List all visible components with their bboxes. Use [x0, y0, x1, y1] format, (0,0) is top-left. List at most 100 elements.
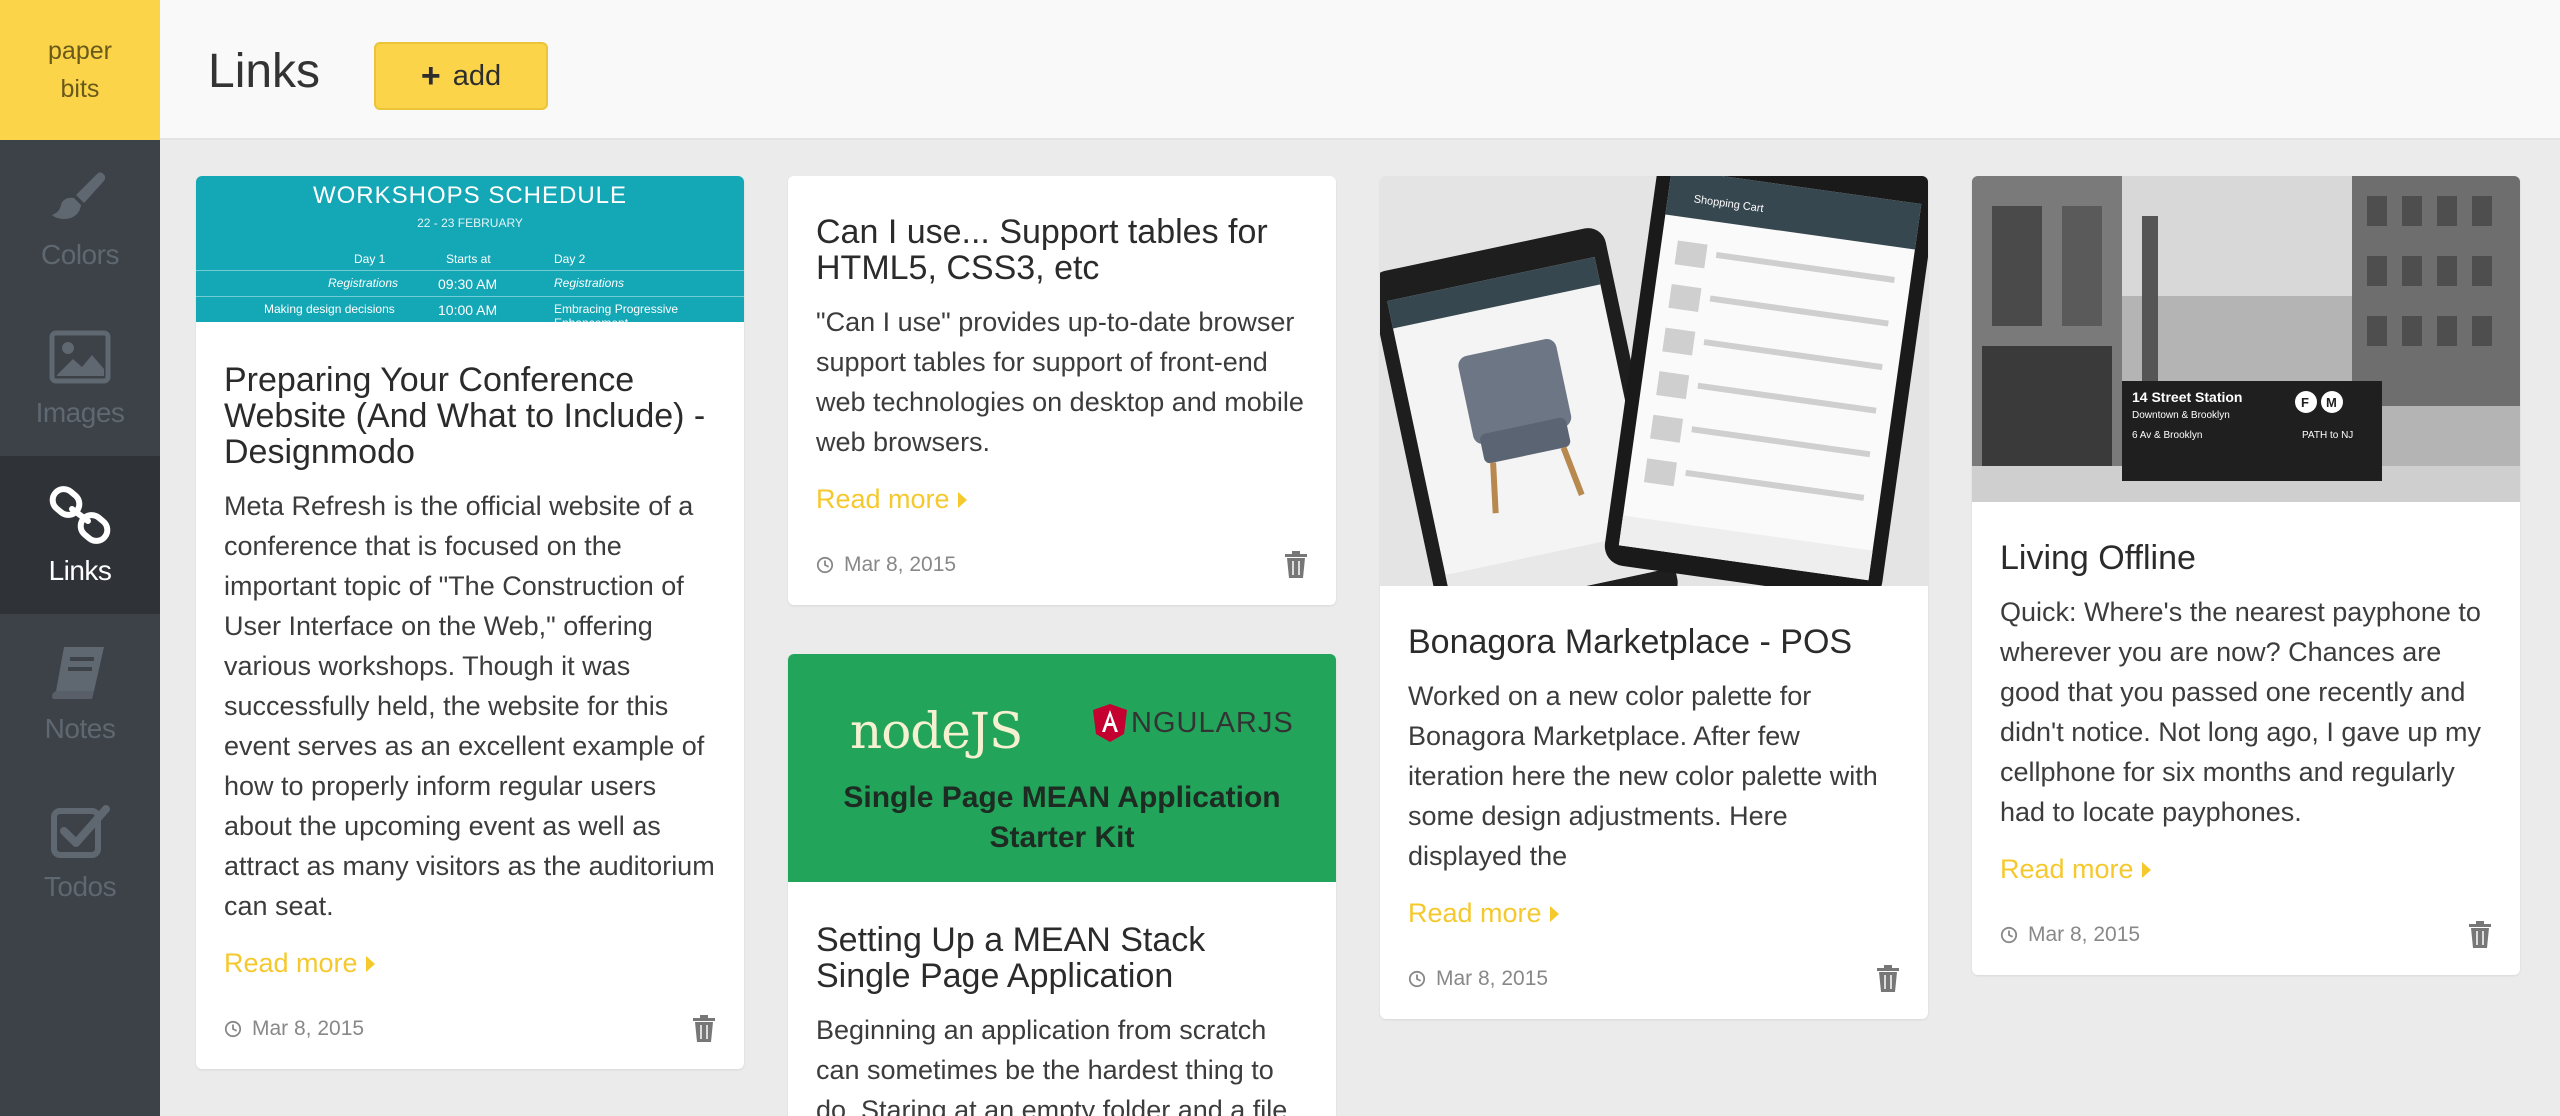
read-more-link[interactable]: Read more — [224, 948, 375, 979]
trash-icon — [2469, 921, 2491, 948]
card-meta: Mar 8, 2015 — [224, 1015, 716, 1069]
sidebar-item-label: Todos — [43, 871, 117, 902]
street-photo-image: 14 Street Station Downtown & Brooklyn 6 … — [1972, 176, 2520, 502]
card-image-subway[interactable]: 14 Street Station Downtown & Brooklyn 6 … — [1972, 176, 2520, 502]
clock-icon — [224, 1020, 242, 1038]
clock-icon — [816, 556, 834, 574]
card-description: Worked on a new color palette for Bonago… — [1408, 681, 1878, 871]
date-text: Mar 8, 2015 — [252, 1017, 365, 1040]
image-cell: Starts at — [446, 252, 491, 266]
sidebar-item-label: Links — [48, 555, 112, 586]
read-more-link[interactable]: Read more — [816, 484, 967, 515]
add-link-button[interactable]: + add — [374, 42, 548, 110]
card-date: Mar 8, 2015 — [816, 553, 956, 577]
read-more-link[interactable]: Read more — [1408, 898, 1559, 929]
page-title: Links — [208, 45, 321, 98]
card-date: Mar 8, 2015 — [2000, 923, 2140, 947]
add-button-label: add — [452, 59, 502, 92]
subway-line-badge: F — [2301, 395, 2309, 410]
card-meta: Mar 8, 2015 — [1408, 965, 1900, 1019]
image-divider — [196, 296, 744, 297]
card-image-workshops[interactable]: WORKSHOPS SCHEDULE 22 - 23 FEBRUARY Day … — [196, 176, 744, 322]
delete-button[interactable] — [692, 1015, 716, 1043]
link-icon — [49, 486, 111, 544]
card-meta: Mar 8, 2015 — [2000, 921, 2492, 975]
sidebar-item-label: Colors — [41, 239, 119, 270]
card-image-pos[interactable]: Shopping Cart — [1380, 176, 1928, 586]
read-more-label: Read more — [2000, 854, 2134, 884]
trash-icon — [693, 1015, 715, 1042]
sign-subtitle: Downtown & Brooklyn — [2132, 410, 2230, 421]
date-text: Mar 8, 2015 — [2028, 923, 2141, 946]
logo-line-2: bits — [60, 75, 100, 103]
date-text: Mar 8, 2015 — [844, 553, 957, 576]
card-title[interactable]: Setting Up a MEAN Stack Single Page Appl… — [816, 922, 1308, 994]
image-title: WORKSHOPS SCHEDULE — [312, 182, 628, 209]
image-cell: Registrations — [554, 276, 625, 290]
sidebar-item-images[interactable]: Images — [0, 298, 160, 456]
image-cell: Registrations — [328, 276, 399, 290]
card-title[interactable]: Bonagora Marketplace - POS — [1408, 624, 1900, 660]
angular-logo-text: NGULARJS — [1131, 706, 1294, 739]
link-card: WORKSHOPS SCHEDULE 22 - 23 FEBRUARY Day … — [196, 176, 744, 1069]
read-more-label: Read more — [224, 948, 358, 978]
image-subtitle: 22 - 23 FEBRUARY — [417, 216, 523, 230]
sidebar-item-label: Images — [35, 397, 125, 428]
card-description: Quick: Where's the nearest payphone to w… — [2000, 597, 2481, 827]
card-description: "Can I use" provides up-to-date browser … — [816, 307, 1304, 457]
link-card: nodeJS NGULARJS Single Page MEAN Applica… — [788, 654, 1336, 1116]
image-cell: 10:00 AM — [438, 302, 498, 318]
card-description: Meta Refresh is the official website of … — [224, 491, 715, 921]
read-more-label: Read more — [816, 484, 950, 514]
card-title[interactable]: Living Offline — [2000, 540, 2492, 576]
card-title[interactable]: Preparing Your Conference Website (And W… — [224, 362, 716, 470]
caret-right-icon — [365, 955, 375, 972]
image-cell: Day 1 — [354, 252, 386, 266]
sidebar-item-links[interactable]: Links — [0, 456, 160, 614]
caret-right-icon — [2141, 861, 2151, 878]
brush-icon — [52, 172, 106, 219]
clock-icon — [1408, 970, 1426, 988]
card-image-mean[interactable]: nodeJS NGULARJS Single Page MEAN Applica… — [788, 654, 1336, 882]
delete-button[interactable] — [1876, 965, 1900, 993]
nodejs-logo: nodeJS — [850, 702, 1023, 760]
sign-title: 14 Street Station — [2132, 389, 2242, 405]
date-text: Mar 8, 2015 — [1436, 967, 1549, 990]
delete-button[interactable] — [2468, 921, 2492, 949]
image-icon — [49, 330, 111, 384]
link-card: Can I use... Support tables for HTML5, C… — [788, 176, 1336, 605]
clock-icon — [2000, 926, 2018, 944]
image-cell: Embracing Progressive Enhancement — [554, 302, 679, 322]
delete-button[interactable] — [1284, 551, 1308, 579]
card-title[interactable]: Can I use... Support tables for HTML5, C… — [816, 214, 1308, 286]
image-caption: Single Page MEAN Application Starter Kit — [788, 778, 1336, 858]
read-more-link[interactable]: Read more — [2000, 854, 2151, 885]
book-icon — [51, 647, 104, 699]
caret-right-icon — [1549, 905, 1559, 922]
caret-right-icon — [957, 491, 967, 508]
image-cell: 09:30 AM — [438, 276, 498, 292]
sidebar-item-colors[interactable]: Colors — [0, 140, 160, 298]
card-date: Mar 8, 2015 — [224, 1017, 364, 1041]
sidebar: paper bits Colors Images Links Notes Tod… — [0, 0, 160, 1116]
plus-icon: + — [420, 57, 441, 95]
sidebar-item-todos[interactable]: Todos — [0, 772, 160, 930]
sidebar-item-notes[interactable]: Notes — [0, 614, 160, 772]
subway-line-badge: M — [2326, 395, 2337, 410]
angularjs-logo: NGULARJS — [1093, 704, 1294, 742]
angular-shield-icon — [1093, 704, 1127, 742]
image-caption-line: Single Page MEAN Application — [843, 781, 1281, 814]
checkbox-icon — [51, 805, 110, 858]
trash-icon — [1877, 965, 1899, 992]
logo-line-1: paper — [48, 37, 112, 65]
link-card: 14 Street Station Downtown & Brooklyn 6 … — [1972, 176, 2520, 975]
app-logo[interactable]: paper bits — [0, 0, 160, 140]
sign-line: 6 Av & Brooklyn — [2132, 430, 2202, 441]
card-date: Mar 8, 2015 — [1408, 967, 1548, 991]
card-description: Beginning an application from scratch ca… — [816, 1015, 1288, 1116]
card-meta: Mar 8, 2015 — [816, 551, 1308, 605]
image-cell: Day 2 — [554, 252, 586, 266]
sidebar-item-label: Notes — [44, 713, 116, 744]
link-card: Shopping Cart Bonagora Marketplace - POS… — [1380, 176, 1928, 1019]
read-more-label: Read more — [1408, 898, 1542, 928]
